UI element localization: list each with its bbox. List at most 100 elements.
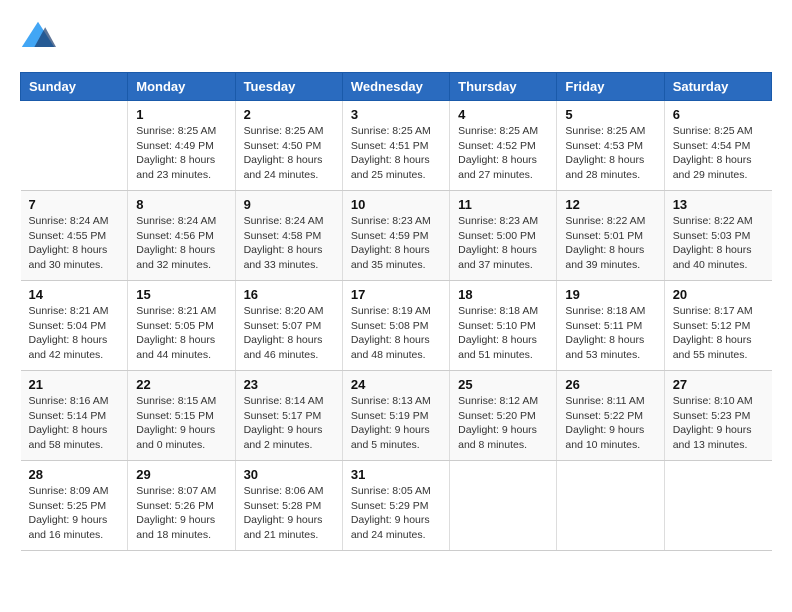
week-row-2: 7 Sunrise: 8:24 AM Sunset: 4:55 PM Daylig…: [21, 191, 772, 281]
calendar-cell: [450, 461, 557, 551]
day-number: 10: [351, 197, 441, 212]
week-row-5: 28 Sunrise: 8:09 AM Sunset: 5:25 PM Dayli…: [21, 461, 772, 551]
day-info: Sunrise: 8:15 AM Sunset: 5:15 PM Dayligh…: [136, 394, 226, 453]
calendar-cell: 30 Sunrise: 8:06 AM Sunset: 5:28 PM Dayli…: [235, 461, 342, 551]
calendar-cell: [557, 461, 664, 551]
day-number: 6: [673, 107, 764, 122]
week-row-3: 14Sunrise: 8:21 AM Sunset: 5:04 PM Dayli…: [21, 281, 772, 371]
day-number: 3: [351, 107, 441, 122]
day-info: Sunrise: 8:10 AM Sunset: 5:23 PM Dayligh…: [673, 394, 764, 453]
calendar-cell: 10Sunrise: 8:23 AM Sunset: 4:59 PM Dayli…: [342, 191, 449, 281]
col-header-saturday: Saturday: [664, 73, 771, 101]
col-header-friday: Friday: [557, 73, 664, 101]
logo-icon: [20, 20, 56, 56]
day-info: Sunrise: 8:13 AM Sunset: 5:19 PM Dayligh…: [351, 394, 441, 453]
day-info: Sunrise: 8:12 AM Sunset: 5:20 PM Dayligh…: [458, 394, 548, 453]
calendar-cell: 23 Sunrise: 8:14 AM Sunset: 5:17 PM Dayli…: [235, 371, 342, 461]
day-number: 12: [565, 197, 655, 212]
col-header-thursday: Thursday: [450, 73, 557, 101]
day-info: Sunrise: 8:25 AM Sunset: 4:49 PM Dayligh…: [136, 124, 226, 183]
calendar-table: SundayMondayTuesdayWednesdayThursdayFrid…: [20, 72, 772, 551]
day-number: 26: [565, 377, 655, 392]
day-info: Sunrise: 8:14 AM Sunset: 5:17 PM Dayligh…: [244, 394, 334, 453]
calendar-cell: 24 Sunrise: 8:13 AM Sunset: 5:19 PM Dayli…: [342, 371, 449, 461]
calendar-cell: 5 Sunrise: 8:25 AM Sunset: 4:53 PM Daylig…: [557, 101, 664, 191]
day-info: Sunrise: 8:22 AM Sunset: 5:01 PM Dayligh…: [565, 214, 655, 273]
calendar-cell: 31 Sunrise: 8:05 AM Sunset: 5:29 PM Dayli…: [342, 461, 449, 551]
calendar-cell: 11Sunrise: 8:23 AM Sunset: 5:00 PM Dayli…: [450, 191, 557, 281]
day-info: Sunrise: 8:23 AM Sunset: 5:00 PM Dayligh…: [458, 214, 548, 273]
day-info: Sunrise: 8:18 AM Sunset: 5:10 PM Dayligh…: [458, 304, 548, 363]
day-info: Sunrise: 8:25 AM Sunset: 4:52 PM Dayligh…: [458, 124, 548, 183]
week-row-1: 1 Sunrise: 8:25 AM Sunset: 4:49 PM Daylig…: [21, 101, 772, 191]
day-number: 19: [565, 287, 655, 302]
day-number: 13: [673, 197, 764, 212]
day-info: Sunrise: 8:11 AM Sunset: 5:22 PM Dayligh…: [565, 394, 655, 453]
day-number: 31: [351, 467, 441, 482]
calendar-cell: 28 Sunrise: 8:09 AM Sunset: 5:25 PM Dayli…: [21, 461, 128, 551]
day-info: Sunrise: 8:09 AM Sunset: 5:25 PM Dayligh…: [29, 484, 120, 543]
calendar-cell: 3 Sunrise: 8:25 AM Sunset: 4:51 PM Daylig…: [342, 101, 449, 191]
day-info: Sunrise: 8:24 AM Sunset: 4:56 PM Dayligh…: [136, 214, 226, 273]
calendar-cell: 22 Sunrise: 8:15 AM Sunset: 5:15 PM Dayli…: [128, 371, 235, 461]
calendar-cell: [21, 101, 128, 191]
calendar-cell: 13Sunrise: 8:22 AM Sunset: 5:03 PM Dayli…: [664, 191, 771, 281]
day-info: Sunrise: 8:25 AM Sunset: 4:51 PM Dayligh…: [351, 124, 441, 183]
day-number: 8: [136, 197, 226, 212]
day-info: Sunrise: 8:24 AM Sunset: 4:55 PM Dayligh…: [29, 214, 120, 273]
day-info: Sunrise: 8:25 AM Sunset: 4:50 PM Dayligh…: [244, 124, 334, 183]
calendar-cell: [664, 461, 771, 551]
week-row-4: 21Sunrise: 8:16 AM Sunset: 5:14 PM Dayli…: [21, 371, 772, 461]
calendar-cell: 26 Sunrise: 8:11 AM Sunset: 5:22 PM Dayli…: [557, 371, 664, 461]
calendar-cell: 15 Sunrise: 8:21 AM Sunset: 5:05 PM Dayli…: [128, 281, 235, 371]
calendar-cell: 14Sunrise: 8:21 AM Sunset: 5:04 PM Dayli…: [21, 281, 128, 371]
calendar-cell: 27 Sunrise: 8:10 AM Sunset: 5:23 PM Dayli…: [664, 371, 771, 461]
day-info: Sunrise: 8:18 AM Sunset: 5:11 PM Dayligh…: [565, 304, 655, 363]
calendar-cell: 6Sunrise: 8:25 AM Sunset: 4:54 PM Daylig…: [664, 101, 771, 191]
calendar-cell: 20Sunrise: 8:17 AM Sunset: 5:12 PM Dayli…: [664, 281, 771, 371]
calendar-cell: 7 Sunrise: 8:24 AM Sunset: 4:55 PM Daylig…: [21, 191, 128, 281]
calendar-cell: 4 Sunrise: 8:25 AM Sunset: 4:52 PM Daylig…: [450, 101, 557, 191]
calendar-cell: 8 Sunrise: 8:24 AM Sunset: 4:56 PM Daylig…: [128, 191, 235, 281]
day-number: 27: [673, 377, 764, 392]
day-number: 21: [29, 377, 120, 392]
day-number: 14: [29, 287, 120, 302]
calendar-cell: 18 Sunrise: 8:18 AM Sunset: 5:10 PM Dayli…: [450, 281, 557, 371]
day-number: 2: [244, 107, 334, 122]
day-number: 5: [565, 107, 655, 122]
day-number: 18: [458, 287, 548, 302]
calendar-cell: 17 Sunrise: 8:19 AM Sunset: 5:08 PM Dayli…: [342, 281, 449, 371]
day-number: 4: [458, 107, 548, 122]
day-info: Sunrise: 8:05 AM Sunset: 5:29 PM Dayligh…: [351, 484, 441, 543]
calendar-header-row: SundayMondayTuesdayWednesdayThursdayFrid…: [21, 73, 772, 101]
calendar-cell: 19 Sunrise: 8:18 AM Sunset: 5:11 PM Dayli…: [557, 281, 664, 371]
calendar-cell: 1 Sunrise: 8:25 AM Sunset: 4:49 PM Daylig…: [128, 101, 235, 191]
day-number: 30: [244, 467, 334, 482]
day-number: 28: [29, 467, 120, 482]
day-info: Sunrise: 8:21 AM Sunset: 5:05 PM Dayligh…: [136, 304, 226, 363]
day-number: 25: [458, 377, 548, 392]
day-number: 23: [244, 377, 334, 392]
day-number: 24: [351, 377, 441, 392]
calendar-cell: 29Sunrise: 8:07 AM Sunset: 5:26 PM Dayli…: [128, 461, 235, 551]
day-number: 16: [244, 287, 334, 302]
calendar-cell: 2 Sunrise: 8:25 AM Sunset: 4:50 PM Daylig…: [235, 101, 342, 191]
day-number: 9: [244, 197, 334, 212]
day-info: Sunrise: 8:07 AM Sunset: 5:26 PM Dayligh…: [136, 484, 226, 543]
col-header-tuesday: Tuesday: [235, 73, 342, 101]
day-number: 20: [673, 287, 764, 302]
day-number: 22: [136, 377, 226, 392]
logo: [20, 20, 60, 56]
day-number: 15: [136, 287, 226, 302]
calendar-cell: 9 Sunrise: 8:24 AM Sunset: 4:58 PM Daylig…: [235, 191, 342, 281]
day-info: Sunrise: 8:06 AM Sunset: 5:28 PM Dayligh…: [244, 484, 334, 543]
day-info: Sunrise: 8:25 AM Sunset: 4:53 PM Dayligh…: [565, 124, 655, 183]
day-number: 17: [351, 287, 441, 302]
day-number: 1: [136, 107, 226, 122]
day-info: Sunrise: 8:19 AM Sunset: 5:08 PM Dayligh…: [351, 304, 441, 363]
col-header-wednesday: Wednesday: [342, 73, 449, 101]
calendar-cell: 21Sunrise: 8:16 AM Sunset: 5:14 PM Dayli…: [21, 371, 128, 461]
day-number: 7: [29, 197, 120, 212]
calendar-cell: 25 Sunrise: 8:12 AM Sunset: 5:20 PM Dayli…: [450, 371, 557, 461]
day-info: Sunrise: 8:24 AM Sunset: 4:58 PM Dayligh…: [244, 214, 334, 273]
